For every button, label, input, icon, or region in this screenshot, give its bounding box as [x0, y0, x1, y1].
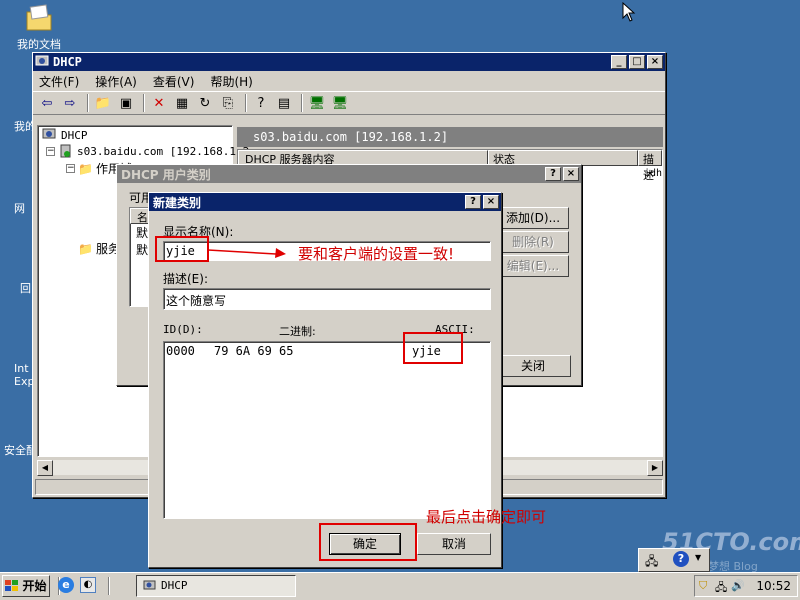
server-icon[interactable]: 🖥 [307, 93, 327, 113]
desktop-icon-partial-label[interactable]: Int [14, 362, 29, 375]
hex-bytes: 79 6A 69 65 [214, 344, 294, 358]
toolbar-separator [301, 94, 303, 112]
help-icon[interactable]: ? [673, 551, 689, 567]
tray-popup[interactable]: 🖧 ? ▼ [638, 548, 710, 572]
refresh-icon[interactable]: ↻ [195, 93, 215, 113]
network-icon[interactable]: 🖧 [645, 552, 658, 573]
properties-icon[interactable]: ▦ [172, 93, 192, 113]
tree-options[interactable]: 📁 服务 [78, 240, 120, 257]
highlight-display-name [155, 236, 209, 262]
delete-button[interactable]: 删除(R) [497, 231, 569, 253]
explorer-quicklaunch-icon[interactable]: ◐ [80, 577, 96, 593]
dhcp-titlebar[interactable]: DHCP _ □ × [33, 53, 665, 71]
dhcp-app-icon [143, 580, 156, 590]
delete-icon[interactable]: ✕ [149, 93, 169, 113]
highlight-ok-button [319, 523, 417, 561]
console-icon[interactable]: ▤ [274, 93, 294, 113]
minimize-button[interactable]: _ [611, 55, 627, 69]
folder-icon: 📁 [78, 241, 93, 256]
id-hex-editor[interactable]: 0000 79 6A 69 65 yjie [163, 341, 491, 519]
dialog-title: DHCP 用户类别 [121, 167, 211, 182]
start-button[interactable]: 开始 [2, 575, 50, 597]
new-class-titlebar[interactable]: 新建类别 ? × [149, 193, 501, 211]
annotation-arrow-icon [208, 248, 286, 258]
tree-server[interactable]: − s03.baidu.com [192.168.1.2 [46, 144, 249, 158]
dropdown-arrow-icon[interactable]: ▼ [695, 553, 701, 562]
toolbar-separator [87, 94, 89, 112]
server-tree-icon [60, 144, 71, 158]
id-label: ID(D): [163, 323, 203, 336]
forward-arrow-icon[interactable]: ⇨ [60, 93, 80, 113]
desktop-icon-partial-label[interactable]: 回 [20, 280, 31, 296]
folder-icon: 📁 [78, 161, 93, 176]
help-icon[interactable]: ? [251, 93, 271, 113]
taskbar-separator [108, 577, 110, 595]
close-button[interactable]: × [647, 55, 663, 69]
toolbar: ⇦ ⇨ 📁 ▣ ✕ ▦ ↻ ⎘ ? ▤ 🖥 🖥 [33, 91, 665, 115]
taskbar-dhcp-button[interactable]: DHCP [136, 575, 296, 597]
volume-icon[interactable]: 🔊 [731, 579, 745, 592]
cancel-button[interactable]: 取消 [417, 533, 491, 555]
desktop-icon-label: 我的文档 [17, 38, 61, 51]
close-button[interactable]: × [483, 195, 499, 209]
menu-file[interactable]: 文件(F) [39, 73, 79, 90]
windows-logo-icon [5, 580, 19, 591]
folder-icon [23, 2, 55, 34]
menu-bar: 文件(F) 操作(A) 查看(V) 帮助(H) [33, 71, 665, 91]
up-folder-icon[interactable]: 📁 [93, 93, 113, 113]
close-button[interactable]: × [563, 167, 579, 181]
export-icon[interactable]: ⎘ [218, 93, 238, 113]
user-class-titlebar[interactable]: DHCP 用户类别 ? × [117, 165, 581, 183]
highlight-ascii-value [403, 332, 463, 364]
clock: 10:52 [756, 579, 791, 593]
tree-root[interactable]: DHCP [42, 128, 88, 142]
taskbar: 开始 e ◐ DHCP ⛉ 🖧 🔊 10:52 [0, 572, 800, 600]
column-header[interactable]: 描述 [638, 150, 662, 182]
annotation-click-ok: 最后点击确定即可 [426, 508, 547, 526]
back-arrow-icon[interactable]: ⇦ [37, 93, 57, 113]
menu-view[interactable]: 查看(V) [153, 73, 195, 90]
scroll-right-icon[interactable]: ▶ [647, 460, 663, 476]
ie-quicklaunch-icon[interactable]: e [58, 577, 74, 593]
dhcp-tree-icon [42, 128, 56, 139]
network-tray-icon[interactable]: 🖧 [715, 579, 727, 598]
collapse-icon[interactable]: − [46, 146, 55, 156]
description-cell: idh [644, 168, 663, 179]
dialog-title: 新建类别 [153, 195, 202, 210]
system-tray: ⛉ 🖧 🔊 10:52 [694, 575, 798, 597]
add-server-icon[interactable]: 🖥 [330, 93, 350, 113]
window-title: DHCP [53, 55, 82, 69]
right-pane-header: s03.baidu.com [192.168.1.2] [237, 127, 663, 147]
hex-offset: 0000 [166, 344, 195, 358]
scroll-left-icon[interactable]: ◀ [37, 460, 53, 476]
collapse-icon[interactable]: − [66, 164, 75, 173]
dhcp-app-icon [35, 55, 49, 66]
help-button[interactable]: ? [545, 167, 561, 181]
desktop-icon-my-documents[interactable]: 我的文档 [4, 2, 74, 52]
add-button[interactable]: 添加(D)... [497, 207, 569, 229]
menu-help[interactable]: 帮助(H) [210, 73, 252, 90]
mouse-cursor-icon [622, 2, 636, 22]
menu-action[interactable]: 操作(A) [95, 73, 137, 90]
edit-button[interactable]: 编辑(E)... [497, 255, 569, 277]
toolbar-separator [143, 94, 145, 112]
annotation-match-client: 要和客户端的设置一致! [298, 245, 455, 263]
desktop-icon-partial-label[interactable]: 网 [14, 200, 25, 216]
binary-label: 二进制: [279, 325, 316, 338]
description-label: 描述(E): [163, 272, 208, 286]
maximize-button[interactable]: □ [629, 55, 645, 69]
description-input[interactable]: 这个随意写 [163, 288, 491, 310]
help-button[interactable]: ? [465, 195, 481, 209]
dialog-close-button[interactable]: 关闭 [495, 355, 571, 377]
security-shield-icon[interactable]: ⛉ [699, 579, 707, 593]
toolbar-separator [245, 94, 247, 112]
show-tree-icon[interactable]: ▣ [116, 93, 136, 113]
